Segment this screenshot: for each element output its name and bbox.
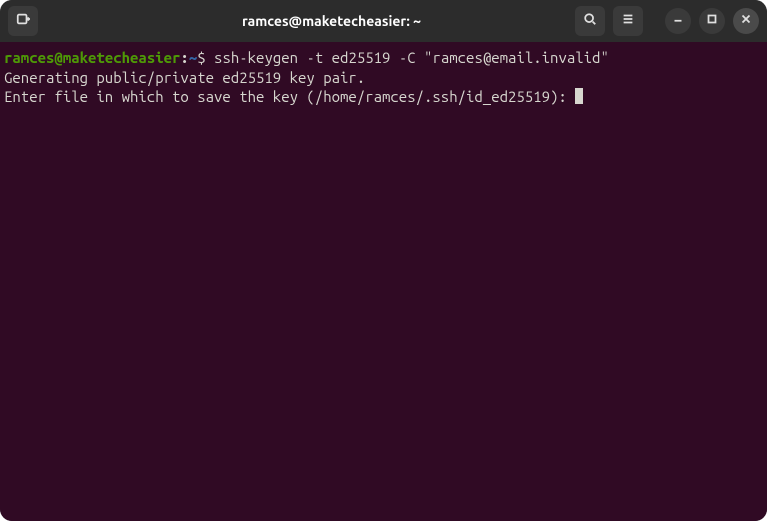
hamburger-menu-button[interactable] xyxy=(613,6,643,36)
cursor xyxy=(575,88,583,104)
prompt-path: ~ xyxy=(189,49,197,66)
close-button[interactable] xyxy=(733,8,759,34)
prompt-dollar: $ xyxy=(197,49,205,66)
new-tab-button[interactable] xyxy=(8,6,38,36)
output-line-2-text: Enter file in which to save the key (/ho… xyxy=(4,88,575,105)
prompt-colon: : xyxy=(180,49,188,66)
maximize-button[interactable] xyxy=(699,8,725,34)
output-line-2: Enter file in which to save the key (/ho… xyxy=(4,87,763,107)
prompt-host: maketecheasier xyxy=(63,49,181,66)
command-text: ssh-keygen -t ed25519 -C "ramces@email.i… xyxy=(214,49,609,66)
new-tab-icon xyxy=(16,12,30,30)
window-title: ramces@maketecheasier: ~ xyxy=(94,13,569,29)
minimize-icon xyxy=(671,12,685,30)
prompt-at: @ xyxy=(54,49,62,66)
hamburger-menu-icon xyxy=(621,12,635,30)
close-icon xyxy=(739,12,753,30)
search-icon xyxy=(583,12,597,30)
search-button[interactable] xyxy=(575,6,605,36)
titlebar-right xyxy=(575,6,759,36)
prompt-user: ramces xyxy=(4,49,54,66)
maximize-icon xyxy=(705,12,719,30)
terminal-window: ramces@maketecheasier: ~ xyxy=(0,0,767,521)
titlebar-left xyxy=(8,6,88,36)
prompt-line: ramces@maketecheasier:~$ ssh-keygen -t e… xyxy=(4,48,763,68)
minimize-button[interactable] xyxy=(665,8,691,34)
output-line-1: Generating public/private ed25519 key pa… xyxy=(4,68,763,88)
terminal-area[interactable]: ramces@maketecheasier:~$ ssh-keygen -t e… xyxy=(0,42,767,521)
titlebar: ramces@maketecheasier: ~ xyxy=(0,0,767,42)
